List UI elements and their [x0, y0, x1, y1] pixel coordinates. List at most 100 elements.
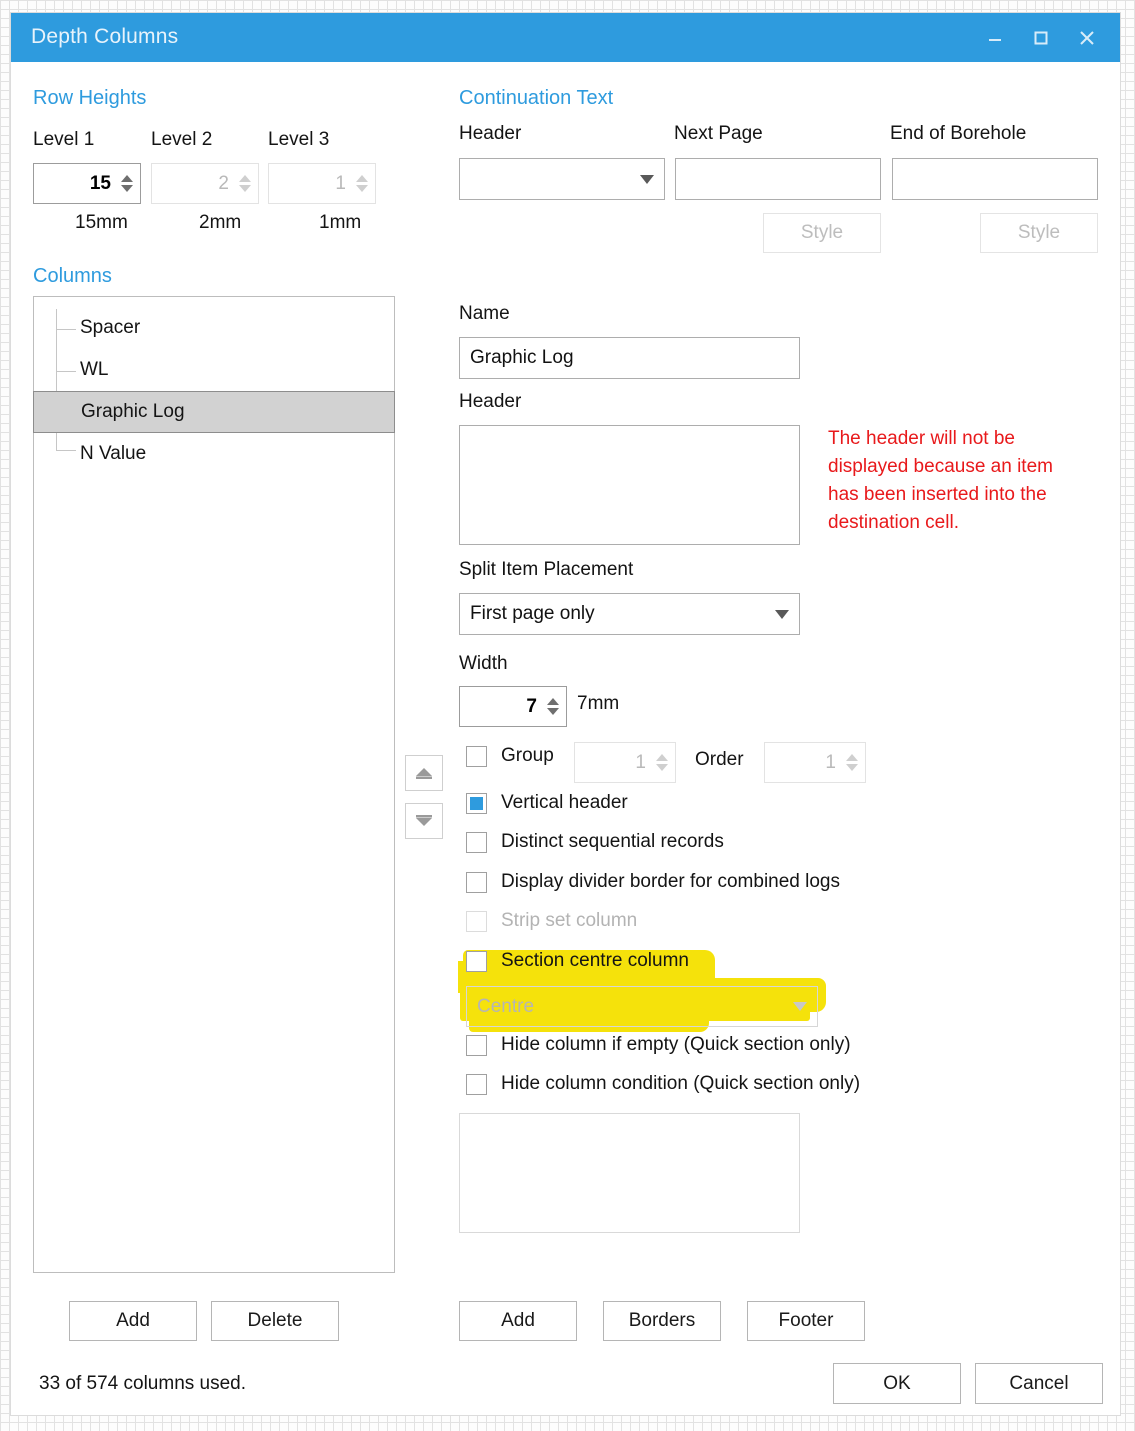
- strip-set-column-label: Strip set column: [501, 910, 638, 931]
- chevron-down-icon: [775, 609, 789, 619]
- split-item-placement-value: First page only: [470, 603, 595, 624]
- next-page-label: Next Page: [674, 123, 763, 144]
- move-up-icon[interactable]: [405, 755, 443, 791]
- minimize-icon[interactable]: [972, 18, 1018, 58]
- centre-dropdown-value: Centre: [477, 995, 535, 1017]
- continuation-header-label: Header: [459, 123, 522, 144]
- order-spinner-arrows: [843, 743, 865, 782]
- level-2-spinner: 2: [151, 163, 259, 204]
- chevron-down-icon: [793, 1002, 807, 1011]
- vertical-header-checkbox-row[interactable]: Vertical header: [466, 792, 628, 814]
- hide-column-if-empty-checkbox[interactable]: [466, 1034, 487, 1056]
- group-label: Group: [501, 745, 554, 766]
- level-3-spinner-arrows: [353, 164, 375, 203]
- level-1-spinner-arrows[interactable]: [118, 164, 140, 203]
- order-label: Order: [695, 749, 744, 770]
- group-checkbox[interactable]: [466, 745, 487, 767]
- columns-delete-button[interactable]: Delete: [211, 1301, 339, 1341]
- display-divider-border-label: Display divider border for combined logs: [501, 871, 840, 892]
- end-of-borehole-style-button: Style: [980, 213, 1098, 253]
- group-spinner: 1: [574, 742, 676, 783]
- list-item[interactable]: Spacer: [34, 307, 394, 349]
- level-3-unit: 1mm: [319, 212, 362, 233]
- vertical-header-checkbox[interactable]: [466, 792, 487, 814]
- hide-column-if-empty-label: Hide column if empty (Quick section only…: [501, 1034, 851, 1055]
- section-centre-column-checkbox[interactable]: [466, 950, 487, 972]
- order-value: 1: [825, 751, 836, 773]
- distinct-sequential-records-label: Distinct sequential records: [501, 831, 724, 852]
- hide-column-condition-label: Hide column condition (Quick section onl…: [501, 1073, 861, 1094]
- level-2-label: Level 2: [151, 129, 213, 150]
- end-of-borehole-label: End of Borehole: [890, 123, 1027, 144]
- end-of-borehole-input[interactable]: [892, 158, 1098, 200]
- next-page-input[interactable]: [675, 158, 881, 200]
- list-item[interactable]: WL: [34, 349, 394, 391]
- row-heights-section-title: Row Heights: [33, 87, 147, 109]
- details-add-button[interactable]: Add: [459, 1301, 577, 1341]
- split-item-placement-dropdown[interactable]: First page only: [459, 593, 800, 635]
- maximize-icon[interactable]: [1018, 18, 1064, 58]
- width-spinner-arrows[interactable]: [544, 687, 566, 726]
- header-label: Header: [459, 391, 522, 412]
- columns-list[interactable]: Spacer WL Graphic Log N Value: [33, 296, 395, 1273]
- title-bar: Depth Columns: [11, 13, 1120, 62]
- hide-column-condition-textarea: [459, 1113, 800, 1233]
- vertical-header-label: Vertical header: [501, 792, 628, 813]
- width-value: 7: [526, 695, 537, 717]
- level-2-unit: 2mm: [199, 212, 242, 233]
- strip-set-column-checkbox-row: Strip set column: [466, 910, 637, 932]
- footer-button[interactable]: Footer: [747, 1301, 865, 1341]
- centre-dropdown: Centre: [466, 986, 818, 1027]
- move-down-icon[interactable]: [405, 803, 443, 839]
- checkbox-fill: [470, 796, 483, 810]
- level-3-label: Level 3: [268, 129, 330, 150]
- hide-column-condition-checkbox[interactable]: [466, 1073, 487, 1095]
- ok-button[interactable]: OK: [833, 1363, 961, 1404]
- level-2-spinner-arrows: [236, 164, 258, 203]
- name-label: Name: [459, 303, 510, 324]
- borders-button[interactable]: Borders: [603, 1301, 721, 1341]
- display-divider-border-checkbox-row[interactable]: Display divider border for combined logs: [466, 871, 840, 893]
- width-label: Width: [459, 653, 508, 674]
- distinct-sequential-records-checkbox-row[interactable]: Distinct sequential records: [466, 831, 724, 853]
- split-item-placement-label: Split Item Placement: [459, 559, 634, 580]
- display-divider-border-checkbox[interactable]: [466, 871, 487, 893]
- header-warning-text: The header will not be displayed because…: [828, 428, 1053, 533]
- section-centre-column-checkbox-row[interactable]: Section centre column: [466, 950, 689, 972]
- hide-column-if-empty-checkbox-row[interactable]: Hide column if empty (Quick section only…: [466, 1034, 851, 1056]
- level-1-spinner[interactable]: 15: [33, 163, 141, 204]
- window-controls: [972, 13, 1110, 62]
- cancel-button[interactable]: Cancel: [975, 1363, 1103, 1404]
- width-spinner[interactable]: 7: [459, 686, 567, 727]
- group-value: 1: [635, 751, 646, 773]
- depth-columns-dialog: Depth Columns Row Heights Level 1 Level …: [10, 12, 1121, 1416]
- header-textarea[interactable]: [459, 425, 800, 545]
- distinct-sequential-records-checkbox[interactable]: [466, 831, 487, 853]
- width-unit: 7mm: [577, 693, 620, 714]
- columns-tree: Spacer WL Graphic Log N Value: [33, 297, 395, 475]
- list-item[interactable]: Graphic Log: [33, 391, 395, 433]
- continuation-header-dropdown[interactable]: [459, 158, 665, 200]
- columns-section-title: Columns: [33, 265, 112, 287]
- window-title: Depth Columns: [31, 25, 179, 48]
- group-checkbox-row[interactable]: Group: [466, 745, 554, 767]
- columns-add-button[interactable]: Add: [69, 1301, 197, 1341]
- level-2-value: 2: [218, 172, 229, 194]
- next-page-style-button: Style: [763, 213, 881, 253]
- name-input[interactable]: Graphic Log: [459, 337, 800, 379]
- continuation-text-section-title: Continuation Text: [459, 87, 614, 109]
- status-text: 33 of 574 columns used.: [39, 1373, 247, 1394]
- chevron-down-icon: [640, 174, 654, 184]
- order-spinner: 1: [764, 742, 866, 783]
- level-1-unit: 15mm: [75, 212, 128, 233]
- level-1-label: Level 1: [33, 129, 95, 150]
- strip-set-column-checkbox: [466, 910, 487, 932]
- list-item[interactable]: N Value: [34, 433, 394, 475]
- level-3-value: 1: [335, 172, 346, 194]
- close-icon[interactable]: [1064, 18, 1110, 58]
- hide-column-condition-checkbox-row[interactable]: Hide column condition (Quick section onl…: [466, 1073, 860, 1095]
- level-3-spinner: 1: [268, 163, 376, 204]
- group-spinner-arrows: [653, 743, 675, 782]
- section-centre-column-label: Section centre column: [501, 950, 689, 971]
- level-1-value: 15: [89, 172, 111, 194]
